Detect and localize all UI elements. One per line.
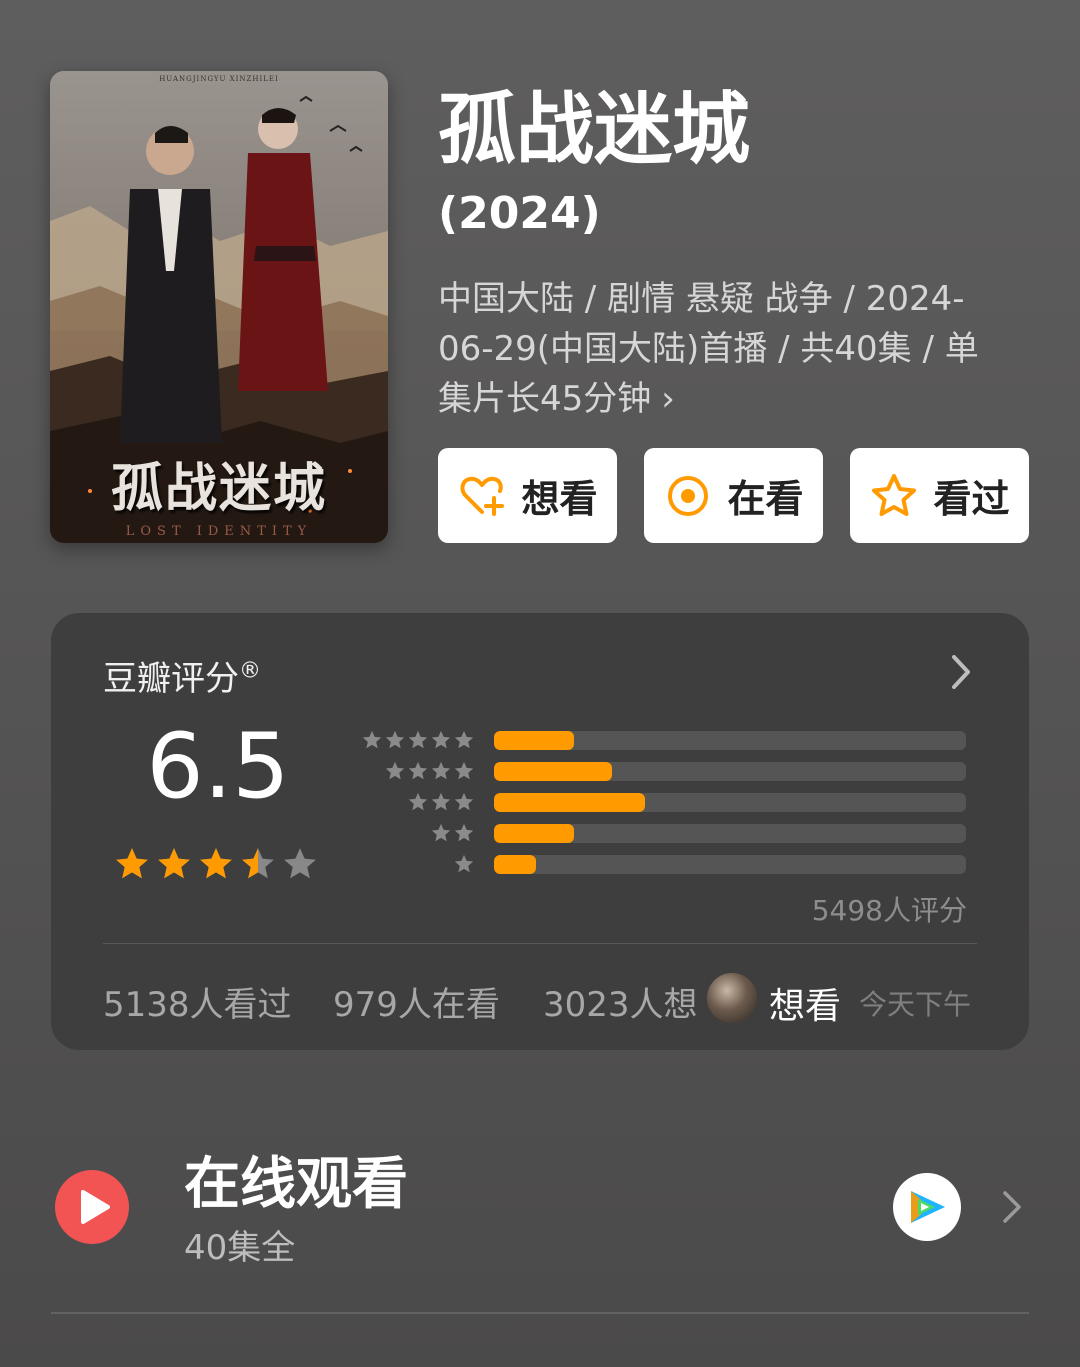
rating-bar-fill xyxy=(494,855,537,874)
star-icon xyxy=(408,792,428,811)
rating-header-label: 豆瓣评分 xyxy=(103,659,239,699)
poster-subtitle: LOST IDENTITY xyxy=(125,524,313,539)
poster-title: 孤战迷城 xyxy=(110,458,327,519)
poster-credits: HUANGJINGYU XINZHILEI xyxy=(159,75,279,83)
rating-stars xyxy=(113,845,319,883)
divider xyxy=(103,943,977,944)
friend-time: 今天下午 xyxy=(859,988,972,1021)
watched-label: 看过 xyxy=(933,477,1010,521)
avatar[interactable] xyxy=(705,971,759,1025)
stat-watching: 979人在看 xyxy=(333,985,500,1025)
rating-count: 5498人评分 xyxy=(811,894,967,927)
poster-image[interactable]: HUANGJINGYU XINZHILEI 孤战迷城 LOST IDENTITY xyxy=(50,71,388,543)
star-icon xyxy=(454,730,474,749)
rating-row-stars xyxy=(407,791,475,813)
star-icon xyxy=(454,823,474,842)
heart-plus-icon xyxy=(461,476,505,516)
watching-button[interactable]: 在看 xyxy=(644,448,823,543)
star-icon xyxy=(200,848,232,879)
stat-watched: 5138人看过 xyxy=(103,985,292,1025)
star-icon xyxy=(284,848,316,879)
star-icon xyxy=(408,730,428,749)
tencent-video-icon xyxy=(911,1191,945,1223)
rating-card[interactable]: 豆瓣评分® 6.5 5498人评分 5138人看过 979人在看 3023人想 … xyxy=(51,613,1029,1050)
watch-online-title[interactable]: 在线观看 xyxy=(184,1150,408,1220)
rating-bar-track xyxy=(494,762,966,781)
rating-bar-track xyxy=(494,731,966,750)
watch-online-subtitle: 40集全 xyxy=(184,1228,296,1268)
rating-bar-track xyxy=(494,855,966,874)
stat-wish: 3023人想 xyxy=(543,985,698,1025)
tencent-video-logo[interactable] xyxy=(893,1173,961,1241)
rating-row-1-star xyxy=(351,853,971,875)
target-icon xyxy=(668,475,709,516)
rating-row-5-star xyxy=(351,729,971,751)
movie-meta[interactable]: 中国大陆 / 剧情 悬疑 战争 / 2024-06-29(中国大陆)首播 / 共… xyxy=(438,274,998,424)
star-icon xyxy=(408,761,428,780)
rating-row-stars xyxy=(361,729,475,751)
star-icon xyxy=(431,730,451,749)
star-icon xyxy=(385,730,405,749)
chevron-right-icon: › xyxy=(661,379,675,419)
rating-row-3-star xyxy=(351,791,971,813)
rating-bar-fill xyxy=(494,824,575,843)
star-icon xyxy=(431,761,451,780)
star-icon xyxy=(158,848,190,879)
chevron-right-icon[interactable] xyxy=(1002,1190,1022,1224)
chevron-right-icon[interactable] xyxy=(949,653,973,691)
star-icon xyxy=(116,848,148,879)
movie-year: (2024) xyxy=(438,188,601,239)
rating-bar-fill xyxy=(494,731,575,750)
star-icon xyxy=(362,730,382,749)
registered-mark: ® xyxy=(239,658,261,684)
play-icon[interactable] xyxy=(55,1170,129,1244)
rating-header: 豆瓣评分® xyxy=(103,651,261,700)
rating-row-stars xyxy=(453,853,475,875)
want-label: 想看 xyxy=(521,477,598,521)
rating-stats: 5138人看过 979人在看 3023人想 xyxy=(103,977,983,1027)
star-outline-icon xyxy=(872,473,917,516)
rating-bar-track xyxy=(494,824,966,843)
star-icon xyxy=(431,792,451,811)
friend-action: 想看 xyxy=(769,986,842,1027)
rating-bar-fill xyxy=(494,762,612,781)
watching-label: 在看 xyxy=(727,477,804,521)
rating-row-4-star xyxy=(351,760,971,782)
rating-score: 6.5 xyxy=(146,714,290,819)
rating-row-2-star xyxy=(351,822,971,844)
star-icon xyxy=(454,761,474,780)
star-icon xyxy=(242,848,274,879)
rating-row-stars xyxy=(384,760,475,782)
star-icon xyxy=(385,761,405,780)
rating-row-stars xyxy=(430,822,475,844)
star-icon xyxy=(454,792,474,811)
star-icon xyxy=(431,823,451,842)
want-button[interactable]: 想看 xyxy=(438,448,617,543)
movie-title: 孤战迷城 xyxy=(438,85,751,175)
star-icon xyxy=(454,854,474,873)
rating-bar-fill xyxy=(494,793,646,812)
rating-bar-track xyxy=(494,793,966,812)
movie-meta-text: 中国大陆 / 剧情 悬疑 战争 / 2024-06-29(中国大陆)首播 / 共… xyxy=(438,279,979,419)
divider xyxy=(51,1312,1029,1314)
watched-button[interactable]: 看过 xyxy=(850,448,1029,543)
